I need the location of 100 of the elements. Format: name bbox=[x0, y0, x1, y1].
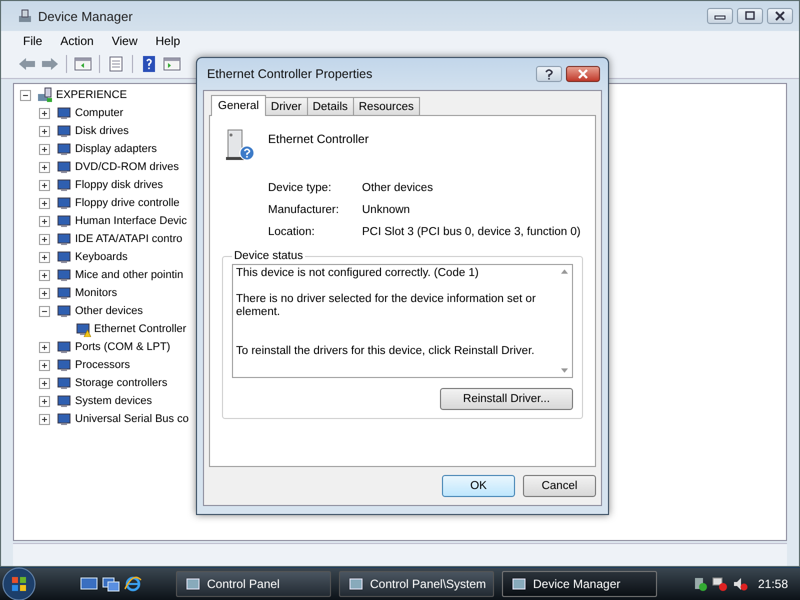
device-icon bbox=[56, 357, 72, 373]
window-icon bbox=[185, 576, 201, 592]
device-icon bbox=[56, 375, 72, 391]
tree-item[interactable]: EXPERIENCE bbox=[56, 89, 127, 101]
status-message: There is no driver selected for the device information set or element. bbox=[236, 293, 537, 319]
device-icon bbox=[56, 195, 72, 211]
tree-item[interactable]: Ports (COM & LPT) bbox=[75, 341, 170, 353]
action-pane-icon[interactable] bbox=[162, 56, 182, 72]
console-tree-icon[interactable] bbox=[73, 56, 93, 72]
tree-item[interactable]: DVD/CD-ROM drives bbox=[75, 161, 179, 173]
expander-icon[interactable] bbox=[20, 90, 31, 100]
dialog-title: Ethernet Controller Properties bbox=[206, 67, 372, 81]
device-icon bbox=[56, 123, 72, 139]
start-button[interactable] bbox=[2, 567, 36, 600]
expander-icon[interactable] bbox=[39, 252, 50, 262]
help-icon bbox=[544, 68, 554, 80]
device-icon bbox=[56, 411, 72, 427]
device-icon bbox=[56, 303, 72, 319]
menu-item[interactable]: Help bbox=[156, 34, 180, 48]
status-text-box[interactable]: This device is not configured correctly. (Code 1) There is no driver selected for the device information set or element. To reinstall the drivers for this device, click Reinstall Driver. bbox=[232, 264, 573, 378]
maximize-icon bbox=[743, 11, 757, 21]
expander-icon[interactable] bbox=[39, 162, 50, 172]
menu-item[interactable]: File bbox=[23, 34, 42, 48]
reinstall-driver-button[interactable]: Reinstall Driver... bbox=[440, 388, 573, 410]
tree-item[interactable]: Processors bbox=[75, 359, 130, 371]
expander-icon[interactable] bbox=[39, 414, 50, 424]
expander-icon[interactable] bbox=[39, 198, 50, 208]
computer-icon bbox=[37, 87, 53, 103]
back-icon[interactable] bbox=[17, 56, 37, 72]
tree-item[interactable]: Computer bbox=[75, 107, 124, 119]
close-button[interactable] bbox=[566, 66, 600, 82]
tab[interactable]: Driver bbox=[264, 97, 308, 115]
expander-icon[interactable] bbox=[39, 288, 50, 298]
forward-icon[interactable] bbox=[40, 56, 60, 72]
expander-icon[interactable] bbox=[39, 396, 50, 406]
device-icon bbox=[56, 105, 72, 121]
expander-icon[interactable] bbox=[39, 216, 50, 226]
expander-icon[interactable] bbox=[39, 378, 50, 388]
network-error-icon[interactable] bbox=[712, 576, 728, 592]
property-label: Location: bbox=[268, 226, 316, 238]
expander-icon[interactable] bbox=[39, 108, 50, 118]
tree-item[interactable]: Storage controllers bbox=[75, 377, 168, 389]
window-icon bbox=[511, 576, 527, 592]
tree-item[interactable]: Disk drives bbox=[75, 125, 129, 137]
tree-item[interactable]: Floppy drive controlle bbox=[75, 197, 180, 209]
status-message: To reinstall the drivers for this device, click Reinstall Driver. bbox=[236, 345, 536, 358]
tree-item[interactable]: Human Interface Devic bbox=[75, 215, 187, 227]
taskbar-button[interactable]: Device Manager bbox=[502, 571, 657, 597]
tree-item[interactable]: Display adapters bbox=[75, 143, 157, 155]
show-desktop-icon[interactable] bbox=[80, 576, 98, 592]
expander-icon[interactable] bbox=[39, 360, 50, 370]
expander-icon[interactable] bbox=[39, 234, 50, 244]
tree-item[interactable]: Other devices bbox=[75, 305, 143, 317]
property-value: Unknown bbox=[362, 204, 411, 216]
expander-icon[interactable] bbox=[39, 306, 50, 316]
tree-item[interactable]: Mice and other pointin bbox=[75, 269, 184, 281]
clock: 21:58 bbox=[758, 577, 788, 591]
minimize-button[interactable] bbox=[707, 8, 733, 24]
tab[interactable]: Details bbox=[306, 97, 354, 115]
maximize-button[interactable] bbox=[737, 8, 763, 24]
ok-button[interactable]: OK bbox=[442, 475, 515, 497]
volume-muted-icon[interactable] bbox=[732, 576, 748, 592]
tree-item[interactable]: Ethernet Controller bbox=[94, 323, 186, 335]
device-icon bbox=[56, 141, 72, 157]
status-message: This device is not configured correctly. (Code 1) bbox=[236, 267, 480, 280]
property-value: Other devices bbox=[362, 182, 434, 194]
window-title: Device Manager bbox=[38, 8, 133, 24]
tree-item[interactable]: IDE ATA/ATAPI contro bbox=[75, 233, 182, 245]
expander-icon[interactable] bbox=[39, 342, 50, 352]
close-icon bbox=[773, 11, 787, 21]
tree-item[interactable]: Floppy disk drives bbox=[75, 179, 164, 191]
tree-item[interactable]: Keyboards bbox=[75, 251, 128, 263]
scroll-up-icon[interactable] bbox=[560, 269, 568, 274]
taskbar-button[interactable]: Control Panel bbox=[176, 571, 331, 597]
tree-item[interactable]: Monitors bbox=[75, 287, 118, 299]
close-icon bbox=[576, 69, 590, 79]
device-icon bbox=[56, 213, 72, 229]
menu-item[interactable]: View bbox=[112, 34, 138, 48]
window-icon bbox=[348, 576, 364, 592]
menu-item[interactable]: Action bbox=[60, 34, 94, 48]
tree-item[interactable]: System devices bbox=[75, 395, 152, 407]
device-icon bbox=[56, 267, 72, 283]
cancel-button[interactable]: Cancel bbox=[523, 475, 596, 497]
taskbar-button[interactable]: Control Panel\System bbox=[339, 571, 494, 597]
tab[interactable]: General bbox=[211, 95, 266, 116]
close-button[interactable] bbox=[767, 8, 793, 24]
device-icon bbox=[56, 177, 72, 193]
help-button[interactable] bbox=[536, 66, 562, 82]
property-label: Device type: bbox=[268, 182, 332, 194]
tree-item[interactable]: Universal Serial Bus co bbox=[75, 413, 189, 425]
group-label: Device status bbox=[233, 250, 304, 262]
device-name: Ethernet Controller bbox=[268, 131, 369, 146]
expander-icon[interactable] bbox=[39, 270, 50, 280]
tab[interactable]: Resources bbox=[352, 97, 420, 115]
expander-icon[interactable] bbox=[39, 144, 50, 154]
scroll-down-icon[interactable] bbox=[560, 368, 568, 373]
switch-windows-icon[interactable] bbox=[102, 576, 120, 592]
browser-icon[interactable] bbox=[124, 576, 142, 592]
expander-icon[interactable] bbox=[39, 126, 50, 136]
expander-icon[interactable] bbox=[39, 180, 50, 190]
